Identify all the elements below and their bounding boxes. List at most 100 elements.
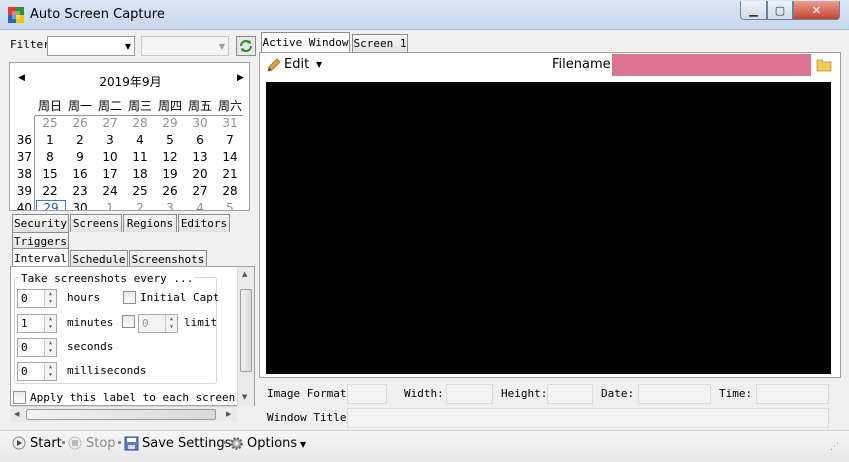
start-button[interactable]: Start xyxy=(30,436,62,451)
seconds-input[interactable]: 0 ▲ ▼ xyxy=(17,338,57,357)
edit-menu-label[interactable]: Edit xyxy=(284,57,309,72)
spinner-icon[interactable]: ▲ ▼ xyxy=(44,290,56,307)
calendar-day[interactable]: 26 xyxy=(155,184,185,198)
screenshot-preview[interactable] xyxy=(266,82,831,374)
calendar-day[interactable]: 19 xyxy=(155,167,185,181)
scrollbar-thumb[interactable] xyxy=(26,409,216,420)
tab-security[interactable]: Security xyxy=(12,214,69,232)
calendar-day[interactable]: 23 xyxy=(65,184,95,198)
calendar-day[interactable]: 25 xyxy=(35,116,65,130)
calendar-day[interactable]: 28 xyxy=(125,116,155,130)
calendar-day[interactable]: 4 xyxy=(185,201,215,210)
chevron-down-icon[interactable]: ▼ xyxy=(300,440,306,449)
limit-input[interactable]: 0 ▲ ▼ xyxy=(138,314,178,333)
calendar-day[interactable]: 26 xyxy=(65,116,95,130)
close-button[interactable]: ✕ xyxy=(793,1,840,20)
limit-checkbox[interactable] xyxy=(122,315,135,328)
vertical-scrollbar[interactable]: ▲ ▼ xyxy=(237,267,254,406)
width-field[interactable] xyxy=(446,384,493,404)
scroll-right-icon[interactable]: ▶ xyxy=(226,410,231,418)
save-settings-button[interactable]: Save Settings xyxy=(142,436,231,451)
calendar-day[interactable]: 30 xyxy=(185,116,215,130)
horizontal-scrollbar[interactable]: ◀ ▶ xyxy=(11,406,237,422)
tab-editors[interactable]: Editors xyxy=(178,214,230,232)
apply-label-checkbox[interactable] xyxy=(13,391,26,404)
calendar-day[interactable]: 29 xyxy=(155,116,185,130)
month-calendar[interactable]: ◀ 2019年9月 ▶ 周日 周一 周二 周三 周四 周五 周六 25 26 2… xyxy=(9,62,250,211)
initial-capture-checkbox[interactable] xyxy=(123,291,136,304)
calendar-day[interactable]: 3 xyxy=(155,201,185,210)
calendar-day[interactable]: 1 xyxy=(35,133,65,147)
calendar-day[interactable]: 6 xyxy=(185,133,215,147)
height-field[interactable] xyxy=(547,384,593,404)
pencil-icon[interactable] xyxy=(265,56,283,74)
calendar-day[interactable]: 25 xyxy=(125,184,155,198)
time-field[interactable] xyxy=(756,384,829,404)
calendar-day[interactable]: 20 xyxy=(185,167,215,181)
refresh-filter-button[interactable] xyxy=(236,36,256,56)
tab-active-window[interactable]: Active Window xyxy=(261,32,350,52)
date-field[interactable] xyxy=(638,384,711,404)
image-format-field[interactable] xyxy=(347,384,387,404)
next-month-button[interactable]: ▶ xyxy=(237,73,244,83)
calendar-day[interactable]: 2 xyxy=(65,133,95,147)
calendar-day[interactable]: 5 xyxy=(155,133,185,147)
save-icon[interactable] xyxy=(124,436,139,451)
scroll-left-icon[interactable]: ◀ xyxy=(14,410,19,418)
calendar-day[interactable]: 28 xyxy=(215,184,245,198)
calendar-day[interactable]: 18 xyxy=(125,167,155,181)
calendar-day[interactable]: 3 xyxy=(95,133,125,147)
hours-input[interactable]: 0 ▲ ▼ xyxy=(17,289,57,308)
calendar-day[interactable]: 31 xyxy=(215,116,245,130)
calendar-day[interactable]: 11 xyxy=(125,150,155,164)
calendar-day[interactable]: 27 xyxy=(185,184,215,198)
spinner-icon[interactable]: ▲ ▼ xyxy=(44,363,56,380)
maximize-button[interactable]: ▢ xyxy=(767,1,793,20)
calendar-day-today[interactable]: 29 xyxy=(36,200,66,210)
spinner-icon[interactable]: ▲ ▼ xyxy=(44,315,56,332)
calendar-day[interactable]: 8 xyxy=(35,150,65,164)
calendar-day[interactable]: 14 xyxy=(215,150,245,164)
chevron-down-icon[interactable]: ▼ xyxy=(316,60,322,69)
minutes-input[interactable]: 1 ▲ ▼ xyxy=(17,314,57,333)
milliseconds-input[interactable]: 0 ▲ ▼ xyxy=(17,362,57,381)
scrollbar-thumb[interactable] xyxy=(240,289,252,372)
tab-screens[interactable]: Screens xyxy=(70,214,122,232)
calendar-day[interactable]: 13 xyxy=(185,150,215,164)
calendar-day[interactable]: 10 xyxy=(95,150,125,164)
filename-field[interactable] xyxy=(612,54,811,76)
calendar-day[interactable]: 2 xyxy=(125,201,155,210)
options-button[interactable]: Options xyxy=(247,436,297,451)
play-icon[interactable] xyxy=(12,436,26,450)
resize-grip-icon[interactable]: ⋰ xyxy=(830,442,839,452)
gear-icon[interactable] xyxy=(229,436,244,451)
scroll-down-icon[interactable]: ▼ xyxy=(242,393,247,401)
tab-regions[interactable]: Regions xyxy=(123,214,177,232)
window-title-field[interactable] xyxy=(347,408,829,428)
stop-button[interactable]: Stop xyxy=(86,436,116,451)
calendar-day[interactable]: 22 xyxy=(35,184,65,198)
folder-icon[interactable] xyxy=(816,58,832,72)
calendar-day[interactable]: 5 xyxy=(215,201,245,210)
filter-value-dropdown[interactable]: ▼ xyxy=(141,36,229,56)
calendar-day[interactable]: 9 xyxy=(65,150,95,164)
calendar-day[interactable]: 24 xyxy=(95,184,125,198)
calendar-day[interactable]: 21 xyxy=(215,167,245,181)
spinner-icon[interactable]: ▲ ▼ xyxy=(44,339,56,356)
filter-dropdown[interactable]: ▼ xyxy=(47,36,135,56)
tab-screen-1[interactable]: Screen 1 xyxy=(352,34,408,52)
tab-interval[interactable]: Interval xyxy=(12,248,69,268)
calendar-day[interactable]: 30 xyxy=(65,201,95,210)
calendar-day[interactable]: 27 xyxy=(95,116,125,130)
calendar-day[interactable]: 12 xyxy=(155,150,185,164)
scroll-up-icon[interactable]: ▲ xyxy=(242,270,247,278)
calendar-day[interactable]: 16 xyxy=(65,167,95,181)
calendar-day[interactable]: 1 xyxy=(95,201,125,210)
calendar-day[interactable]: 4 xyxy=(125,133,155,147)
spinner-icon[interactable]: ▲ ▼ xyxy=(165,315,177,332)
minimize-button[interactable]: ▁ xyxy=(740,1,767,20)
stop-icon[interactable] xyxy=(68,436,82,450)
calendar-day[interactable]: 15 xyxy=(35,167,65,181)
calendar-day[interactable]: 7 xyxy=(215,133,245,147)
calendar-month-title[interactable]: 2019年9月 xyxy=(10,73,249,90)
